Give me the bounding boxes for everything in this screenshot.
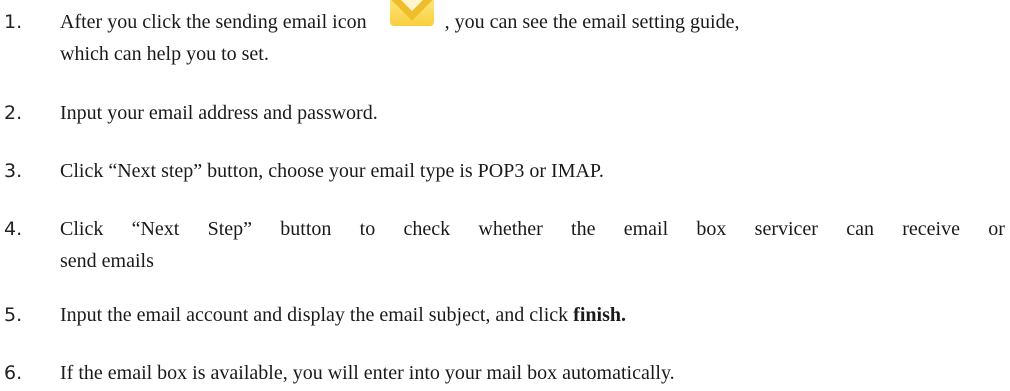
step-text: If the email box is available, you will … bbox=[60, 357, 1005, 389]
step-2-text: Input your email address and password. bbox=[60, 102, 378, 124]
steps-list: 1. After you click the sending email ico… bbox=[0, 0, 1010, 391]
step-text: After you click the sending email icon ,… bbox=[60, 0, 1005, 70]
step-3-text: Click “Next step” button, choose your em… bbox=[60, 160, 604, 182]
step-number: 3. bbox=[4, 160, 23, 182]
step-4-line-1: Click “Next Step” button to check whethe… bbox=[60, 218, 1005, 240]
step-number: 6. bbox=[4, 362, 23, 384]
step-text: Click “Next Step” button to check whethe… bbox=[60, 213, 1005, 277]
step-number: 5. bbox=[4, 304, 23, 326]
step-text: Input your email address and password. bbox=[60, 97, 1005, 129]
mail-envelope-icon bbox=[380, 0, 438, 36]
step-number: 2. bbox=[4, 102, 23, 124]
step-text: Input the email account and display the … bbox=[60, 299, 1005, 331]
step-6-text: If the email box is available, you will … bbox=[60, 362, 675, 384]
finish-emphasis: finish. bbox=[573, 304, 626, 326]
step-text: Click “Next step” button, choose your em… bbox=[60, 155, 1005, 187]
step-number: 1. bbox=[4, 11, 23, 33]
step-5-text: Input the email account and display the … bbox=[60, 304, 569, 326]
step-1-line-2: which can help you to set. bbox=[60, 43, 269, 65]
step-4-line-2: send emails bbox=[60, 250, 154, 272]
step-1-text-after: , you can see the email setting guide, bbox=[444, 11, 740, 33]
step-number: 4. bbox=[4, 218, 23, 240]
step-1-text-before: After you click the sending email icon bbox=[60, 11, 367, 33]
